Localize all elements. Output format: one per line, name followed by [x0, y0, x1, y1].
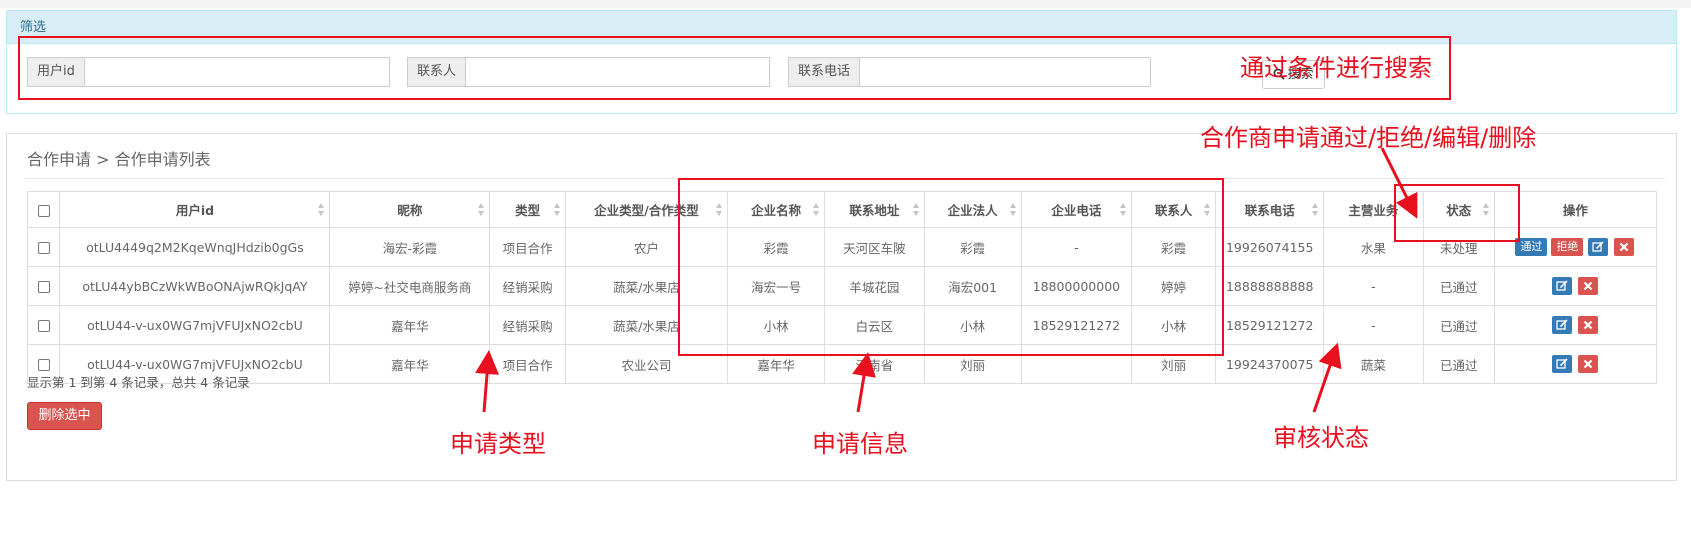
- delete-selected-button[interactable]: 删除选中: [27, 402, 102, 430]
- table-cell: 经销采购: [489, 305, 566, 345]
- column-header[interactable]: 联系电话: [1215, 191, 1325, 228]
- annotation-box-actions: [1394, 184, 1520, 242]
- sort-icon: [553, 203, 560, 217]
- table-cell: 嘉年华: [329, 305, 491, 345]
- annotation-info: 申请信息: [812, 430, 908, 458]
- table-cell: 蔬菜: [1323, 344, 1424, 384]
- annotation-box-search: [18, 36, 1451, 100]
- row-checkbox[interactable]: [37, 242, 50, 254]
- table-cell: 18888888888: [1215, 266, 1325, 306]
- table-cell: otLU44ybBCzWkWBoONAjwRQkJqAY: [59, 266, 331, 306]
- annotation-search: 通过条件进行搜索: [1240, 54, 1432, 82]
- delete-button[interactable]: [1578, 277, 1599, 295]
- edit-button[interactable]: [1552, 277, 1573, 295]
- table-cell: 海宏-彩霞: [329, 227, 491, 267]
- annotation-type: 申请类型: [450, 430, 546, 458]
- delete-button[interactable]: [1578, 355, 1599, 373]
- actions-cell: [1493, 266, 1658, 306]
- select-all-checkbox[interactable]: [37, 204, 50, 217]
- table-cell: 婷婷~社交电商服务商: [329, 266, 491, 306]
- edit-button[interactable]: [1552, 316, 1573, 334]
- table-cell: otLU44-v-ux0WG7mjVFUJxNO2cbU: [59, 305, 331, 345]
- edit-button[interactable]: [1552, 355, 1573, 373]
- table-cell: 18529121272: [1215, 305, 1325, 345]
- approve-button[interactable]: 通过: [1515, 238, 1548, 256]
- row-checkbox[interactable]: [37, 359, 50, 371]
- table-cell: 项目合作: [489, 344, 566, 384]
- annotation-status: 审核状态: [1273, 424, 1369, 452]
- actions-cell: [1493, 344, 1658, 384]
- table-cell: otLU4449q2M2KqeWnqJHdzib0gGs: [59, 227, 331, 267]
- sort-icon: [1312, 203, 1319, 217]
- table-cell: 已通过: [1422, 344, 1495, 384]
- column-header[interactable]: 类型: [489, 191, 566, 228]
- top-strip: [0, 0, 1691, 8]
- sort-icon: [478, 203, 485, 217]
- table-cell: 嘉年华: [329, 344, 491, 384]
- reject-button[interactable]: 拒绝: [1551, 238, 1584, 256]
- table-cell: 经销采购: [489, 266, 566, 306]
- select-all-cell: [26, 191, 61, 228]
- annotation-actions: 合作商申请通过/拒绝/编辑/删除: [1200, 124, 1537, 152]
- delete-button[interactable]: [1614, 238, 1635, 256]
- actions-cell: [1493, 305, 1658, 345]
- table-cell: 已通过: [1422, 305, 1495, 345]
- column-header[interactable]: 昵称: [329, 191, 491, 228]
- edit-button[interactable]: [1588, 238, 1609, 256]
- table-cell: 19924370075: [1215, 344, 1325, 384]
- row-select-cell: [26, 266, 61, 306]
- table-cell: -: [1323, 266, 1424, 306]
- pagination-summary: 显示第 1 到第 4 条记录，总共 4 条记录: [27, 375, 250, 390]
- breadcrumb: 合作申请 > 合作申请列表: [27, 150, 211, 169]
- table-cell: 已通过: [1422, 266, 1495, 306]
- row-checkbox[interactable]: [37, 281, 50, 293]
- sort-icon: [318, 203, 325, 217]
- row-select-cell: [26, 305, 61, 345]
- table-cell: 19926074155: [1215, 227, 1325, 267]
- table-cell: 项目合作: [489, 227, 566, 267]
- delete-button[interactable]: [1578, 316, 1599, 334]
- row-checkbox[interactable]: [37, 320, 50, 332]
- annotation-box-info: [678, 178, 1224, 356]
- table-cell: -: [1323, 305, 1424, 345]
- row-select-cell: [26, 227, 61, 267]
- column-header[interactable]: 用户id: [59, 191, 331, 228]
